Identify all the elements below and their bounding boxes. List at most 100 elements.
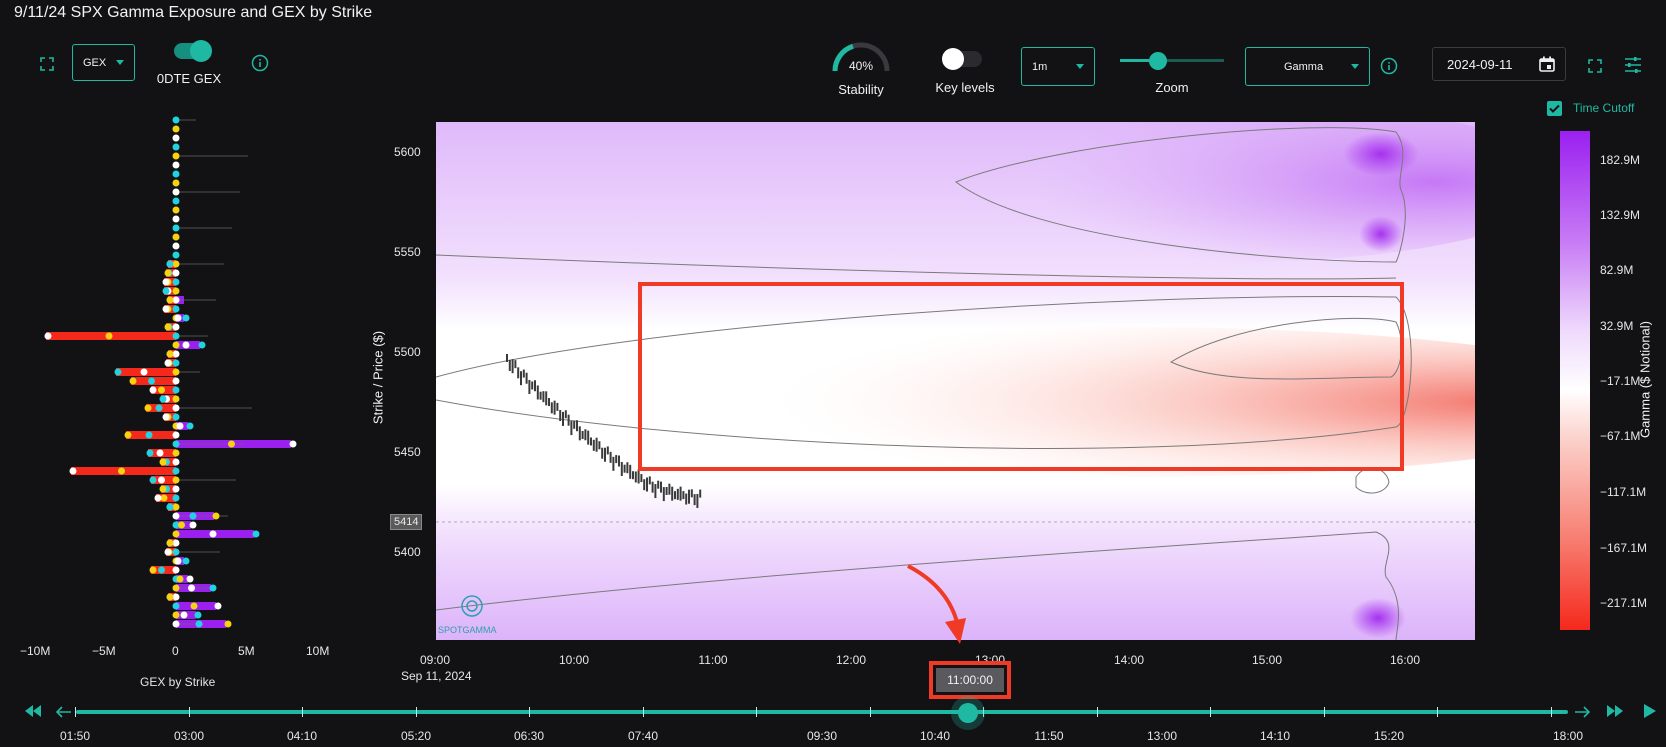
time-cutoff-checkbox[interactable] [1547,101,1562,116]
price-candle [542,391,545,403]
gex-dot [172,350,180,358]
price-candle [637,469,640,484]
timeline-handle[interactable] [951,696,985,730]
gex-dot [149,476,157,484]
price-candle [606,446,609,455]
price-candle [643,479,646,491]
gex-dot [144,404,152,412]
gex-dot [178,521,185,529]
price-candle [629,464,632,479]
price-candle [662,487,665,502]
gex-dot [172,377,180,385]
gex-dot [159,395,167,403]
settings-sliders-icon[interactable] [1624,56,1642,74]
step-back-icon[interactable] [55,705,72,723]
timeline-label: 10:40 [919,729,951,743]
timeline-tick [1210,707,1211,717]
gex-dot [172,530,180,538]
expand-right-icon[interactable] [1588,59,1602,73]
chevron-down-icon [116,60,124,65]
rewind-fast-icon[interactable] [24,704,42,723]
timeline-tick [188,707,190,717]
play-icon[interactable] [1643,703,1657,724]
price-candle [531,381,534,390]
price-candle [514,360,517,369]
gex-dot [214,602,222,610]
interval-select[interactable]: 1m [1021,47,1095,86]
price-candle [517,367,520,379]
price-candle [587,430,590,445]
gex-x-tick: −5M [92,644,116,658]
gex-dot [189,521,197,529]
gex-dot [172,368,180,376]
gex-dot [172,620,180,628]
gex-select[interactable]: GEX [72,44,135,81]
x-tick: 11:00 [698,653,728,667]
gex-dot [160,494,168,502]
gex-dot [172,413,180,421]
timeline-label: 18:00 [1552,729,1584,743]
step-forward-icon[interactable] [1574,705,1591,723]
highlight-box [638,282,1404,471]
timeline-tick [1550,707,1552,717]
y-tick: 5550 [394,245,421,259]
price-candle [525,372,528,384]
gex-dot [174,557,182,565]
gex-dot [162,278,170,286]
gex-dot [149,566,157,574]
date-input[interactable]: 2024-09-11 [1432,47,1566,81]
colorbar-tick: −117.1M [1600,485,1647,499]
forward-fast-icon[interactable] [1606,704,1624,723]
timeline-label: 04:10 [286,729,318,743]
odte-toggle[interactable] [174,40,212,62]
price-candle [545,391,548,406]
gex-x-tick: 10M [306,644,330,658]
price-candle [665,487,668,496]
colorbar-tick: 82.9M [1600,263,1634,277]
info-icon[interactable] [251,54,269,72]
timeline-tick [75,707,76,717]
key-levels-label: Key levels [935,80,995,95]
timeline-label: 06:30 [513,729,545,743]
x-tick: 14:00 [1113,653,1145,667]
timeline-tick [1323,707,1325,717]
current-time-box: 11:00:00 [929,661,1011,699]
timeline-track[interactable] [76,710,1568,714]
gamma-select[interactable]: Gamma [1245,47,1370,86]
timeline-tick [415,707,417,717]
gex-dot [172,152,180,160]
info-icon-2[interactable] [1380,57,1398,75]
price-candle [564,410,567,419]
gex-dot [172,395,180,403]
gex-dot [228,440,235,448]
gex-dot [172,161,180,169]
price-candle [550,402,553,414]
price-candle [567,414,570,426]
gex-dot [182,557,190,565]
price-candle [620,461,623,476]
gex-dot [172,485,180,493]
gex-dot [174,314,182,322]
gex-dot [145,431,153,439]
gex-dot [158,476,165,484]
gex-dot [159,458,167,466]
price-candle [553,400,556,415]
gex-dot [158,566,165,574]
gex-dot [164,323,172,331]
price-candle [536,385,539,400]
expand-left-icon[interactable] [40,57,54,71]
gex-by-strike-chart [44,116,297,628]
gex-dot [182,314,190,322]
x-tick: 10:00 [558,653,590,667]
key-levels-toggle[interactable] [942,48,982,70]
gex-caption: GEX by Strike [140,675,216,689]
gex-dot [172,593,180,601]
zoom-slider[interactable] [1120,51,1224,71]
gex-select-value: GEX [83,56,107,69]
gex-dot [186,575,194,583]
zoom-handle[interactable] [1149,52,1167,70]
annotation-arrow [907,564,966,644]
gex-dot [69,467,77,475]
calendar-icon[interactable] [1539,56,1555,77]
price-candle [679,486,682,501]
